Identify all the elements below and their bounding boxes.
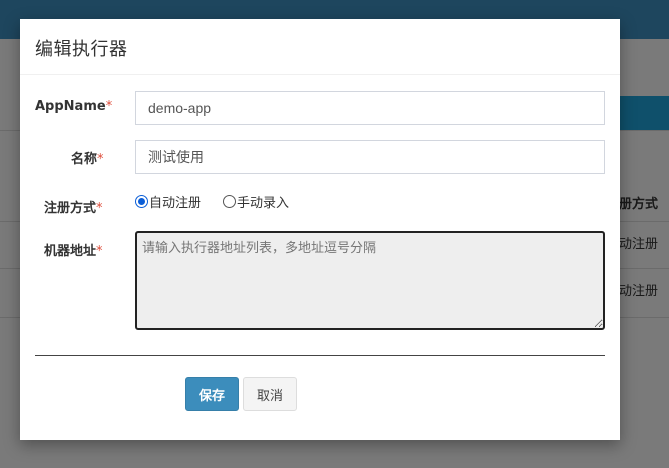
cancel-button[interactable]: 取消	[243, 377, 297, 411]
modal-header: 编辑执行器	[20, 19, 620, 75]
address-label: 机器地址*	[44, 240, 103, 259]
name-label-text: 名称	[71, 152, 98, 167]
appname-input[interactable]	[135, 91, 605, 125]
appname-label-text: AppName	[35, 99, 106, 114]
edit-executor-modal: 编辑执行器 AppName* 名称* 注册方式* 自动注册 手动录入 机器地址*…	[20, 19, 620, 440]
radio-auto-register[interactable]: 自动注册	[135, 192, 201, 211]
register-type-radio-group: 自动注册 手动录入	[135, 192, 311, 211]
radio-checked-icon[interactable]	[135, 195, 148, 208]
modal-title: 编辑执行器	[35, 39, 128, 60]
radio-auto-register-label: 自动注册	[149, 196, 202, 211]
register-type-label-text: 注册方式	[44, 201, 97, 216]
radio-manual-entry-label: 手动录入	[237, 196, 290, 211]
appname-label: AppName*	[35, 99, 112, 114]
register-type-label: 注册方式*	[44, 197, 103, 216]
footer-divider	[35, 355, 605, 356]
required-mark: *	[97, 152, 104, 167]
radio-unchecked-icon[interactable]	[223, 195, 237, 208]
required-mark: *	[96, 201, 103, 216]
name-label: 名称*	[71, 148, 104, 167]
required-mark: *	[105, 99, 113, 114]
address-textarea[interactable]	[135, 231, 605, 330]
address-label-text: 机器地址	[44, 244, 97, 259]
save-button[interactable]: 保存	[185, 377, 239, 411]
required-mark: *	[96, 244, 103, 259]
radio-manual-entry[interactable]: 手动录入	[223, 192, 289, 211]
name-input[interactable]	[135, 140, 605, 174]
